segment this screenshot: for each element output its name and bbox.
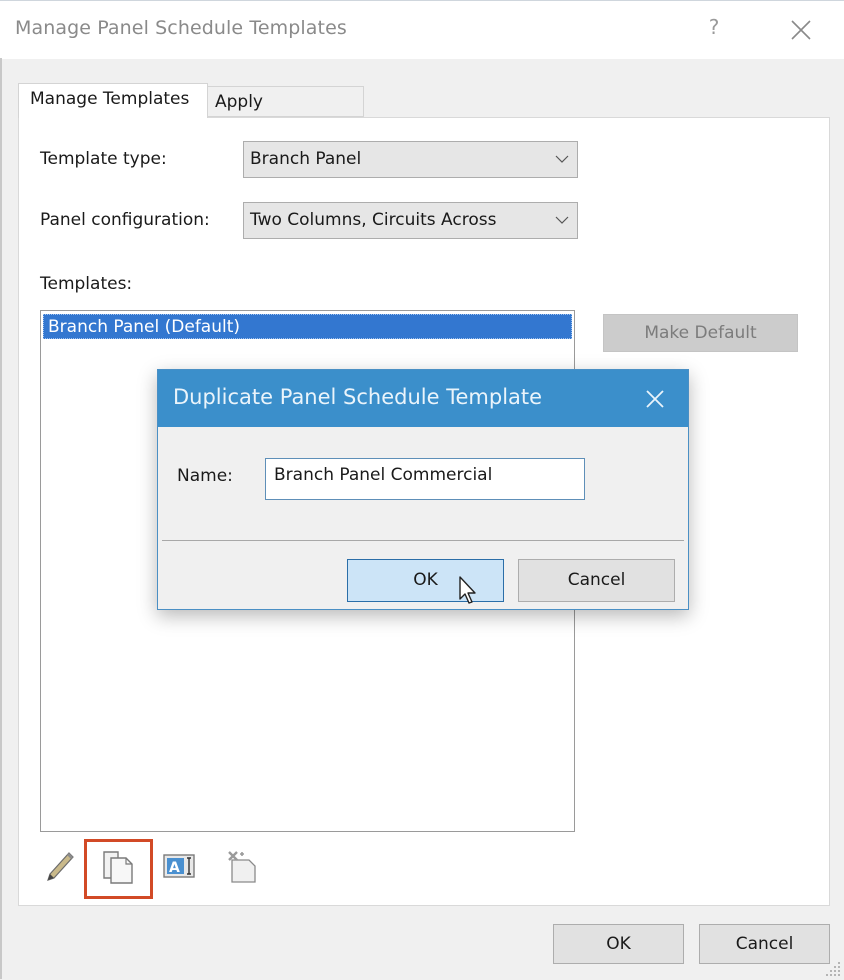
chevron-down-icon bbox=[555, 216, 569, 224]
resize-grip[interactable] bbox=[826, 960, 842, 976]
template-type-label: Template type: bbox=[40, 149, 167, 169]
dialog-close-button[interactable] bbox=[638, 382, 672, 416]
tab-apply-templates[interactable]: Apply Templates bbox=[207, 86, 364, 143]
window-titlebar: Manage Panel Schedule Templates ? bbox=[0, 0, 844, 59]
resize-grip-icon bbox=[826, 962, 840, 976]
chevron-down-icon bbox=[555, 155, 569, 163]
duplicate-template-dialog: Duplicate Panel Schedule Template Name: … bbox=[157, 369, 689, 610]
list-item[interactable]: Branch Panel (Default) bbox=[43, 314, 572, 339]
ok-button[interactable]: OK bbox=[553, 924, 684, 964]
delete-icon bbox=[228, 851, 256, 883]
make-default-button[interactable]: Make Default bbox=[603, 314, 798, 352]
pointer-cursor-icon bbox=[459, 576, 476, 604]
delete-template-button[interactable] bbox=[225, 848, 261, 886]
panel-configuration-value: Two Columns, Circuits Across bbox=[250, 210, 497, 230]
panel-configuration-label: Panel configuration: bbox=[40, 210, 210, 230]
name-input[interactable]: Branch Panel Commercial bbox=[265, 458, 585, 500]
templates-label: Templates: bbox=[40, 274, 133, 294]
dialog-cancel-button[interactable]: Cancel bbox=[518, 559, 675, 602]
window-title: Manage Panel Schedule Templates bbox=[15, 17, 347, 39]
tab-manage-templates[interactable]: Manage Templates bbox=[18, 83, 208, 118]
panel-configuration-select[interactable]: Two Columns, Circuits Across bbox=[243, 202, 578, 239]
template-type-select[interactable]: Branch Panel bbox=[243, 141, 578, 178]
rename-icon: A bbox=[163, 854, 195, 878]
edit-pencil-icon bbox=[47, 852, 74, 881]
window-left-edge bbox=[0, 58, 2, 979]
svg-text:A: A bbox=[169, 860, 180, 876]
window-close-button[interactable] bbox=[784, 13, 818, 47]
mouse-cursor bbox=[458, 575, 482, 607]
dialog-divider bbox=[162, 540, 684, 541]
close-icon bbox=[791, 20, 811, 40]
rename-template-button[interactable]: A bbox=[162, 848, 198, 886]
help-button[interactable]: ? bbox=[700, 15, 728, 45]
edit-template-button[interactable] bbox=[42, 848, 78, 886]
dialog-titlebar: Duplicate Panel Schedule Template bbox=[158, 370, 688, 427]
name-label: Name: bbox=[177, 466, 233, 486]
close-icon bbox=[646, 390, 664, 408]
dialog-title: Duplicate Panel Schedule Template bbox=[173, 385, 543, 409]
template-type-value: Branch Panel bbox=[250, 149, 362, 169]
duplicate-highlight-box bbox=[84, 839, 153, 899]
cancel-button[interactable]: Cancel bbox=[699, 924, 830, 964]
